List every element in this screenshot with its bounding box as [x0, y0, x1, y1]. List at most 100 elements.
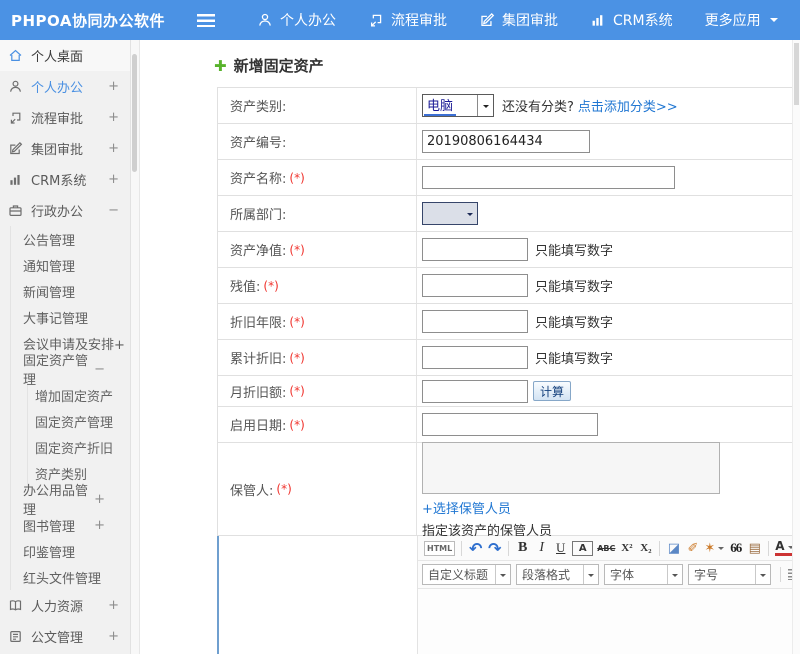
add-fixed-asset-form: 资产类别:电脑还没有分类?点击添加分类>>资产编号:资产名称:(*)所属部门:资…: [217, 87, 793, 654]
nav-item-workflow-approval[interactable]: 流程审批: [368, 10, 447, 30]
field-label-text: 残值:: [230, 276, 260, 295]
asset-net-value-input[interactable]: [422, 238, 528, 261]
select-caret-icon: [477, 95, 493, 116]
editor-toolbar-row2: 自定义标题段落格式字体字号: [418, 561, 792, 589]
sidebar-item-announcement-mgmt[interactable]: 公告管理: [0, 226, 130, 252]
paragraph-format-select[interactable]: 段落格式: [516, 564, 599, 585]
sidebar-item-group-approval[interactable]: 集团审批+: [0, 133, 130, 164]
nav-item-group-approval[interactable]: 集团审批: [479, 10, 558, 30]
expand-toggle-icon[interactable]: +: [108, 598, 119, 613]
hamburger-menu-icon[interactable]: [197, 14, 215, 27]
expand-toggle-icon[interactable]: +: [108, 79, 119, 94]
residual-value-input[interactable]: [422, 274, 528, 297]
top-navigation: 个人办公 流程审批 集团审批 CRM系统 更多应用: [257, 10, 778, 30]
nav-item-more-apps[interactable]: 更多应用: [705, 10, 778, 30]
sidebar-item-label: 个人桌面: [31, 46, 83, 65]
font-size-select[interactable]: 字号: [688, 564, 771, 585]
expand-toggle-icon[interactable]: +: [94, 492, 105, 507]
nav-item-label: 个人办公: [280, 10, 336, 30]
html-source-button[interactable]: HTML: [424, 541, 455, 556]
required-mark: (*): [289, 243, 304, 257]
sidebar-item-fixed-asset-mgmt[interactable]: 固定资产管理−: [0, 356, 130, 382]
font-color-button[interactable]: A: [775, 540, 792, 556]
sidebar-item-office-supplies-mgmt[interactable]: 办公用品管理+: [0, 486, 130, 512]
asset-name-row: 资产名称:(*): [218, 160, 792, 196]
sidebar-item-crm-system[interactable]: CRM系统+: [0, 164, 130, 195]
sidebar-item-label: 个人办公: [31, 77, 83, 96]
nav-item-crm-system[interactable]: CRM系统: [590, 10, 673, 30]
field-label: 累计折旧:(*): [218, 340, 417, 375]
sidebar-item-add-fixed-asset[interactable]: 增加固定资产: [0, 382, 130, 408]
department-select[interactable]: [422, 202, 478, 225]
sidebar-item-news-mgmt[interactable]: 新闻管理: [0, 278, 130, 304]
asset-category-select[interactable]: 电脑: [422, 94, 494, 117]
select-keeper-link[interactable]: +选择保管人员: [422, 502, 511, 517]
undo-icon[interactable]: ↶: [468, 539, 483, 557]
expand-toggle-icon[interactable]: +: [108, 629, 119, 644]
font-family-select[interactable]: 字体: [604, 564, 683, 585]
expand-toggle-icon[interactable]: +: [108, 172, 119, 187]
app-logo: PHPOA协同办公软件: [0, 10, 189, 31]
sidebar-item-memo-mgmt[interactable]: 大事记管理: [0, 304, 130, 330]
keeper-row: 保管人:(*)+选择保管人员指定该资产的保管人员: [218, 443, 792, 536]
sidebar-item-fixed-asset-depreciation[interactable]: 固定资产折旧: [0, 434, 130, 460]
start-date-input[interactable]: [422, 413, 598, 436]
sidebar-item-label: 大事记管理: [23, 308, 88, 327]
nav-item-label: 流程审批: [391, 10, 447, 30]
redo-icon[interactable]: ↷: [487, 539, 502, 557]
accumulated-depreciation-input[interactable]: [422, 346, 528, 369]
eraser-icon[interactable]: ◪: [666, 539, 681, 557]
sidebar-item-fixed-asset-list[interactable]: 固定资产管理: [0, 408, 130, 434]
remark-editor-row: HTML↶↷BIUAABCX²X₂◪✐✶66▤Aab≣自定义标题段落格式字体字号: [217, 536, 792, 654]
asset-code-input[interactable]: [422, 130, 590, 153]
sidebar-item-seal-mgmt[interactable]: 印鉴管理: [0, 538, 130, 564]
asset-name-input[interactable]: [422, 166, 675, 189]
expand-toggle-icon[interactable]: +: [108, 110, 119, 125]
superscript-button[interactable]: X²: [619, 539, 634, 557]
strikethrough-button[interactable]: ABC: [597, 539, 615, 557]
sidebar-scrollbar-thumb[interactable]: [132, 54, 137, 172]
blockquote-button[interactable]: 66: [728, 539, 743, 557]
expand-toggle-icon[interactable]: +: [108, 141, 119, 156]
accumulated-depreciation-row: 累计折旧:(*)只能填写数字: [218, 340, 792, 376]
main-scrollbar-thumb[interactable]: [794, 43, 799, 105]
nav-item-personal-office[interactable]: 个人办公: [257, 10, 336, 30]
underline-button[interactable]: U: [553, 539, 568, 557]
main-content: ✚ 新增固定资产 资产类别:电脑还没有分类?点击添加分类>>资产编号:资产名称:…: [140, 40, 793, 654]
numeric-only-hint: 只能填写数字: [535, 276, 613, 295]
sidebar-item-red-header-doc-mgmt[interactable]: 红头文件管理: [0, 564, 130, 590]
editor-content[interactable]: [418, 589, 792, 654]
select-caret-icon: [667, 565, 682, 584]
custom-title-select[interactable]: 自定义标题: [422, 564, 511, 585]
calculate-button[interactable]: 计算: [533, 381, 571, 401]
sidebar-item-admin-office[interactable]: 行政办公−: [0, 195, 130, 226]
sidebar-scrollbar[interactable]: [130, 40, 140, 654]
sidebar-item-personal-office[interactable]: 个人办公 +: [0, 71, 130, 102]
field-label: 启用日期:(*): [218, 407, 417, 442]
font-box-button[interactable]: A: [572, 541, 593, 556]
expand-toggle-icon[interactable]: −: [94, 362, 105, 377]
main-scrollbar[interactable]: [792, 40, 800, 654]
add-category-link[interactable]: 点击添加分类>>: [578, 96, 678, 115]
format-brush-icon[interactable]: ✐: [685, 539, 700, 557]
sidebar-item-notice-mgmt[interactable]: 通知管理: [0, 252, 130, 278]
expand-toggle-icon[interactable]: −: [108, 203, 119, 218]
required-mark: (*): [289, 315, 304, 329]
italic-button[interactable]: I: [534, 539, 549, 557]
style-wand-icon[interactable]: ✶: [704, 539, 724, 557]
sidebar-item-official-doc-mgmt[interactable]: 公文管理+: [0, 621, 130, 652]
sidebar-item-workflow-approval[interactable]: 流程审批+: [0, 102, 130, 133]
monthly-depreciation-input[interactable]: [422, 380, 528, 403]
sidebar-item-book-mgmt[interactable]: 图书管理+: [0, 512, 130, 538]
keeper-textarea[interactable]: [422, 442, 720, 494]
sidebar-item-human-resources[interactable]: 人力资源+: [0, 590, 130, 621]
subscript-button[interactable]: X₂: [638, 539, 653, 557]
depreciation-years-input[interactable]: [422, 310, 528, 333]
field-label-text: 折旧年限:: [230, 312, 286, 331]
bold-button[interactable]: B: [515, 539, 530, 557]
sidebar-item-personal-desktop[interactable]: 个人桌面: [0, 40, 130, 71]
expand-toggle-icon[interactable]: +: [94, 518, 105, 533]
department-row: 所属部门:: [218, 196, 792, 232]
paste-text-icon[interactable]: ▤: [747, 539, 762, 557]
field-value: +选择保管人员指定该资产的保管人员: [417, 440, 792, 539]
